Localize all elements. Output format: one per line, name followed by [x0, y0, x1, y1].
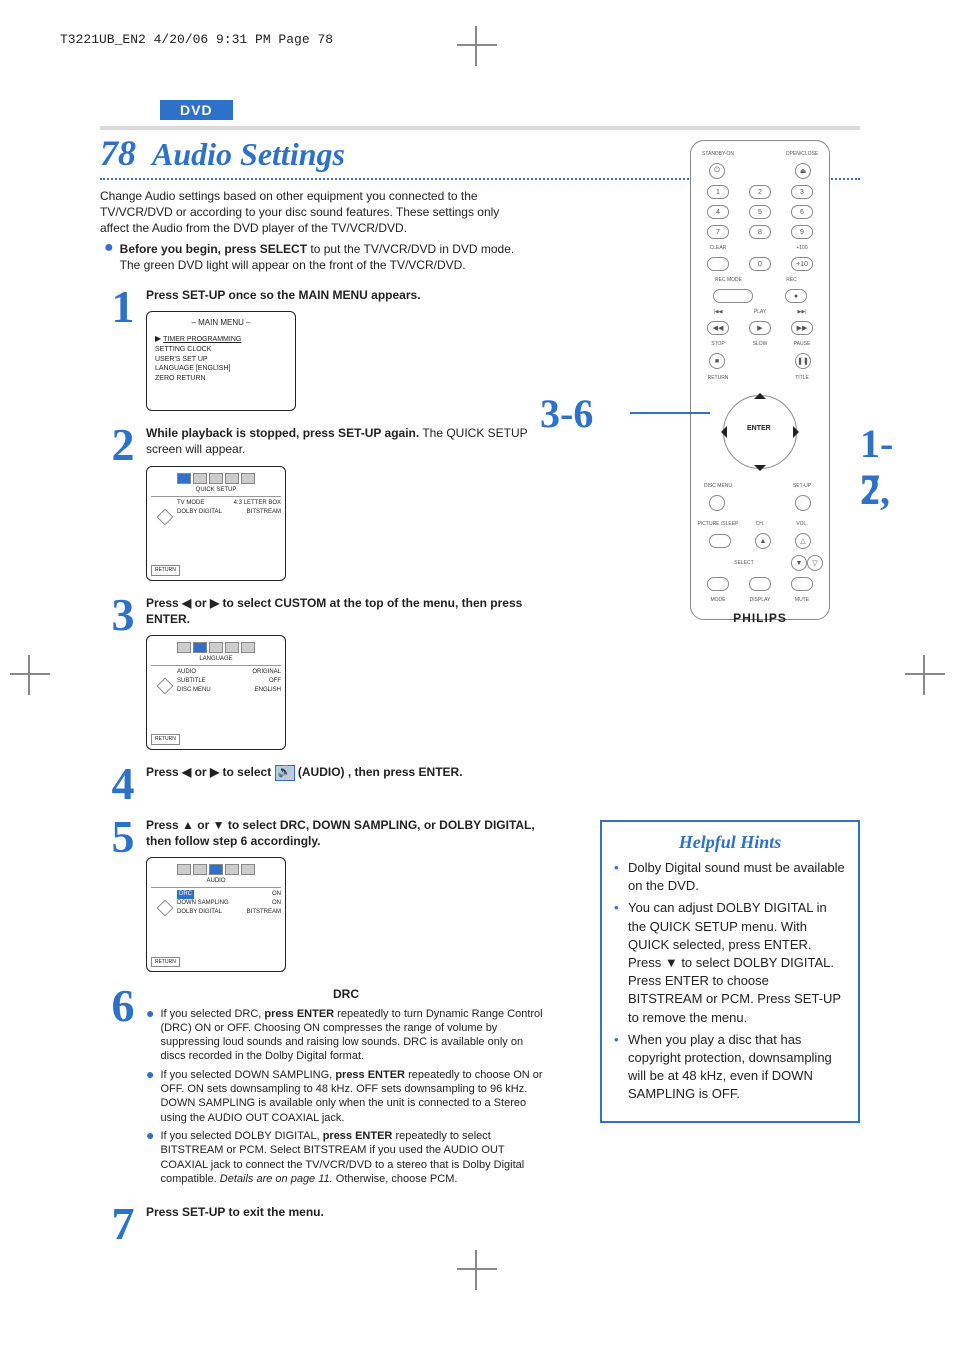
main-menu-item: USER'S SET UP: [155, 355, 287, 365]
step-6-bullets: ●If you selected DRC, press ENTER repeat…: [146, 1007, 546, 1187]
osd-list: TV MODE4:3 LETTER BOX DOLBY DIGITALBITST…: [177, 499, 281, 539]
remote-dpad: ENTER: [715, 387, 805, 477]
step-5-text: Press ▲ or ▼ to select DRC, DOWN SAMPLIN…: [146, 818, 535, 848]
osd-dpad-icon: [151, 668, 177, 708]
clear-button: [707, 257, 729, 271]
step-4-number: 4: [100, 764, 146, 803]
vol-down-button: ▽: [807, 555, 823, 571]
main-menu-title: – MAIN MENU –: [155, 318, 287, 329]
callout-line: [630, 412, 710, 414]
step-2-osd: QUICK SETUP TV MODE4:3 LETTER BOX DOLBY …: [146, 466, 286, 581]
remote-control-illustration: STANDBY-ONOPEN/CLOSE ⏻⏏ 123 456 789 CLEA…: [690, 140, 830, 620]
step-4: 4 Press ◀ or ▶ to select (AUDIO) , then …: [100, 764, 860, 803]
osd-tabs: [151, 473, 281, 484]
osd-current-tab: QUICK SETUP: [151, 486, 281, 497]
osd-dpad-icon: [151, 890, 177, 930]
pause-button: ❚❚: [795, 353, 811, 369]
hint-item: When you play a disc that has copyright …: [614, 1031, 846, 1104]
up-arrow-icon: [754, 387, 766, 399]
osd-list: AUDIOORIGINAL SUBTITLEOFF DISC MENUENGLI…: [177, 668, 281, 708]
step-6-bullet: ●If you selected DOLBY DIGITAL, press EN…: [146, 1129, 546, 1186]
audio-icon: [275, 765, 295, 781]
bullet-icon: ●: [104, 241, 114, 273]
osd-return: RETURN: [151, 734, 180, 745]
helpful-hints-list: Dolby Digital sound must be available on…: [614, 859, 846, 1103]
step-1-number: 1: [100, 287, 146, 411]
register-mark-left: [10, 655, 50, 695]
intro-bullet: ● Before you begin, press SELECT to put …: [100, 241, 530, 273]
step-7-text: Press SET-UP to exit the menu.: [146, 1205, 324, 1219]
intro-text: Change Audio settings based on other equ…: [100, 188, 530, 237]
step-2-number: 2: [100, 425, 146, 580]
step-6-number: 6: [100, 986, 146, 1190]
intro-bullet-text: Before you begin, press SELECT to put th…: [120, 241, 530, 273]
step-3-number: 3: [100, 595, 146, 750]
hint-item: You can adjust DOLBY DIGITAL in the QUIC…: [614, 899, 846, 1026]
rec-button: ●: [785, 289, 807, 303]
osd-return: RETURN: [151, 565, 180, 576]
picture-button: [709, 534, 731, 548]
step-7-number: 7: [100, 1204, 146, 1243]
step-6-bullet: ●If you selected DOWN SAMPLING, press EN…: [146, 1068, 546, 1125]
osd-current-tab: AUDIO: [151, 877, 281, 888]
recmode-button: [713, 289, 753, 303]
left-arrow-icon: [715, 426, 727, 438]
eject-button: ⏏: [795, 163, 811, 179]
page-number: 78: [100, 133, 136, 173]
step-7: 7 Press SET-UP to exit the menu.: [100, 1204, 860, 1243]
ch-up-button: ▲: [755, 533, 771, 549]
step-6-heading: DRC: [333, 987, 359, 1001]
callout-7: 7: [860, 465, 880, 512]
page-title-text: Audio Settings: [152, 136, 345, 172]
helpful-hints-box: Helpful Hints Dolby Digital sound must b…: [600, 820, 860, 1123]
step-1-text: Press SET-UP once so the MAIN MENU appea…: [146, 288, 421, 302]
main-menu-item: ▶TIMER PROGRAMMING: [155, 333, 287, 345]
mute-button: [791, 577, 813, 591]
step-5-number: 5: [100, 817, 146, 972]
register-mark-bottom: [457, 1250, 497, 1290]
stop-button: ■: [709, 353, 725, 369]
register-mark-top: [457, 26, 497, 66]
osd-current-tab: LANGUAGE: [151, 655, 281, 666]
step-2-text-bold: While playback is stopped, press SET-UP …: [146, 426, 419, 440]
print-header: T3221UB_EN2 4/20/06 9:31 PM Page 78: [60, 32, 333, 47]
play-button: ▶: [749, 321, 771, 335]
main-menu-item: LANGUAGE [ENGLISH]: [155, 364, 287, 374]
page-content: DVD 78 Audio Settings Change Audio setti…: [100, 100, 860, 1243]
osd-return: RETURN: [151, 957, 180, 968]
standby-button: ⏻: [709, 163, 725, 179]
vol-up-button: △: [795, 533, 811, 549]
hint-item: Dolby Digital sound must be available on…: [614, 859, 846, 895]
step-3-osd: LANGUAGE AUDIOORIGINAL SUBTITLEOFF DISC …: [146, 635, 286, 750]
osd-list: DRCON DOWN SAMPLINGON DOLBY DIGITALBITST…: [177, 890, 281, 930]
right-arrow-icon: [793, 426, 805, 438]
callout-3-6: 3-6: [540, 390, 593, 437]
osd-tabs: [151, 642, 281, 653]
brand-logo: PHILIPS: [697, 611, 823, 625]
display-button: [749, 577, 771, 591]
mode-button: [707, 577, 729, 591]
disc-menu-button: [709, 495, 725, 511]
down-arrow-icon: [754, 465, 766, 477]
helpful-hints-title: Helpful Hints: [614, 832, 846, 853]
ch-down-button: ▼: [791, 555, 807, 571]
main-menu-item: ZERO RETURN: [155, 374, 287, 384]
step-5-osd: AUDIO DRCON DOWN SAMPLINGON DOLBY DIGITA…: [146, 857, 286, 972]
rewind-button: ◀◀: [707, 321, 729, 335]
intro-bullet-bold: Before you begin, press SELECT: [120, 242, 307, 256]
step-3-text: Press ◀ or ▶ to select CUSTOM at the top…: [146, 596, 522, 626]
register-mark-right: [905, 655, 945, 695]
section-tag: DVD: [160, 100, 233, 120]
enter-label: ENTER: [747, 425, 771, 432]
step-4-text: Press ◀ or ▶ to select (AUDIO) , then pr…: [146, 765, 463, 779]
osd-dpad-icon: [151, 499, 177, 539]
section-header-wrap: DVD: [100, 100, 860, 130]
step-6-bullet: ●If you selected DRC, press ENTER repeat…: [146, 1007, 546, 1064]
setup-button: [795, 495, 811, 511]
osd-tabs: [151, 864, 281, 875]
step-1-tv-screen: – MAIN MENU – ▶TIMER PROGRAMMING SETTING…: [146, 311, 296, 411]
main-menu-item: SETTING CLOCK: [155, 345, 287, 355]
forward-button: ▶▶: [791, 321, 813, 335]
